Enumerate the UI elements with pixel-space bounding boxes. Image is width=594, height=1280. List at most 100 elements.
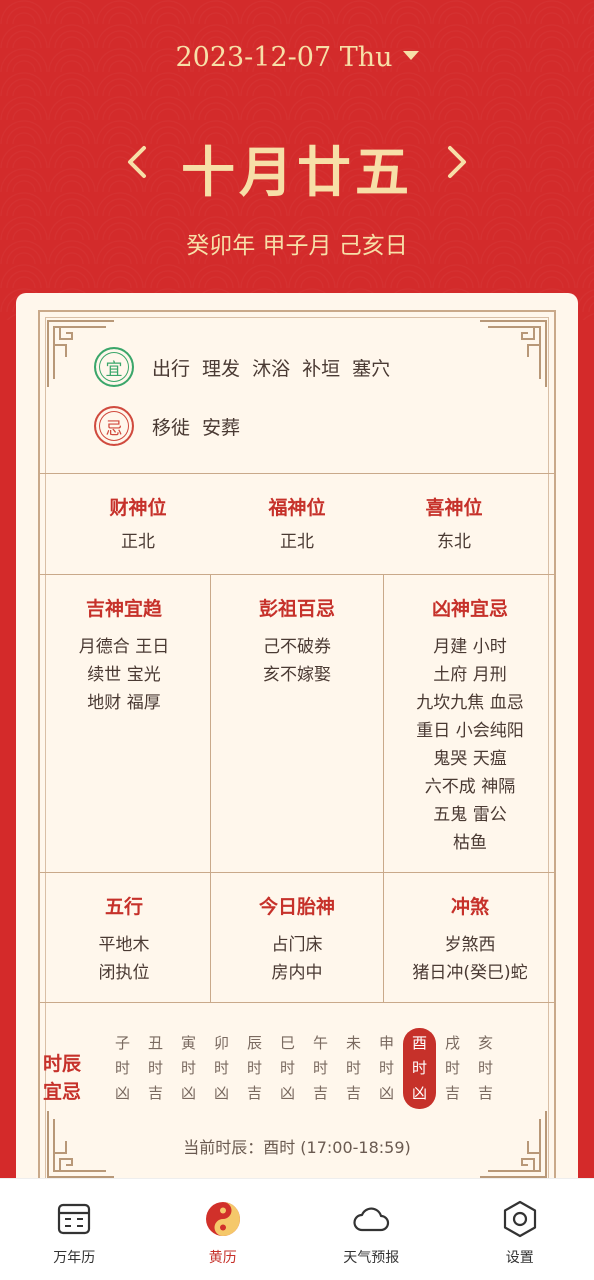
wuxing-title: 五行 <box>104 896 143 918</box>
tab-settings[interactable]: 设置 <box>446 1179 594 1280</box>
shichen-suffix: 时 <box>411 1059 427 1077</box>
shichen-suffix: 时 <box>114 1059 130 1077</box>
ji-items: 移徙 安葬 <box>152 416 241 439</box>
tab-label: 黄历 <box>208 1250 237 1266</box>
shichen-luck: 凶 <box>411 1084 427 1102</box>
list-item: 平地木 <box>98 935 150 955</box>
shichen-suffix: 时 <box>279 1059 295 1077</box>
list-item: 六不成 神隔 <box>424 777 516 797</box>
list-item: 房内中 <box>271 963 323 983</box>
xishen-title: 喜神位 <box>425 497 483 519</box>
current-shichen: 当前时辰：酉时 (17:00-18:59) <box>183 1138 411 1157</box>
shichen-luck: 吉 <box>147 1084 163 1102</box>
jishen-cell: 吉神宜趋 月德合 王日 续世 宝光 地财 福厚 <box>38 594 210 717</box>
list-item: 月建 小时 <box>433 637 507 657</box>
chongsha-list: 岁煞西 猪日冲(癸巳)蛇 <box>384 931 556 987</box>
shichen-branch: 未 <box>345 1034 361 1052</box>
shichen-luck: 凶 <box>279 1084 295 1102</box>
divider <box>38 574 556 575</box>
next-day-button[interactable] <box>436 140 476 184</box>
tab-wannianli[interactable]: 万年历 <box>0 1179 149 1280</box>
shichen-label-line2: 宜忌 <box>42 1081 81 1103</box>
shichen-luck: 凶 <box>114 1084 130 1102</box>
xishen-value: 东北 <box>437 532 471 552</box>
caishen-title: 财神位 <box>109 497 167 519</box>
list-item: 鬼哭 天瘟 <box>433 749 507 769</box>
shichen-suffix: 时 <box>180 1059 196 1077</box>
shichen-suffix: 时 <box>147 1059 163 1077</box>
shichen-hour[interactable]: 巳时凶 <box>271 1028 304 1109</box>
yin-yang-icon <box>205 1202 240 1236</box>
shichen-suffix: 时 <box>246 1059 262 1077</box>
wuxing-list: 平地木 闭执位 <box>38 931 210 987</box>
fushen-value: 正北 <box>280 532 314 552</box>
shichen-hour[interactable]: 寅时凶 <box>172 1028 205 1109</box>
shichen-hour[interactable]: 卯时凶 <box>205 1028 238 1109</box>
list-item: 重日 小会纯阳 <box>416 721 524 741</box>
tab-huangli[interactable]: 黄历 <box>149 1179 298 1280</box>
shichen-label: 时辰 宜忌 <box>34 1050 90 1106</box>
list-item: 地财 福厚 <box>87 693 161 713</box>
tab-bar: 万年历 黄历 天气预报 设置 <box>0 1178 594 1280</box>
chevron-down-icon <box>402 51 419 60</box>
divider <box>38 1002 556 1003</box>
shichen-luck: 吉 <box>345 1084 361 1102</box>
chongsha-title: 冲煞 <box>450 896 489 918</box>
list-item: 猪日冲(癸巳)蛇 <box>412 963 528 983</box>
pengzu-list: 己不破券 亥不嫁娶 <box>211 633 383 689</box>
shichen-branch: 子 <box>114 1034 130 1052</box>
xishen-direction: 喜神位 东北 <box>394 493 514 556</box>
shichen-hour[interactable]: 丑时吉 <box>139 1028 172 1109</box>
cloud-icon <box>353 1207 390 1232</box>
chongsha-cell: 冲煞 岁煞西 猪日冲(癸巳)蛇 <box>384 892 556 987</box>
shichen-hour[interactable]: 未时吉 <box>337 1028 370 1109</box>
tab-label: 天气预报 <box>343 1250 400 1266</box>
shichen-hour[interactable]: 午时吉 <box>304 1028 337 1109</box>
tab-weather[interactable]: 天气预报 <box>297 1179 446 1280</box>
xiongshen-list: 月建 小时 土府 月刑 九坎九焦 血忌 重日 小会纯阳 鬼哭 天瘟 六不成 神隔… <box>384 633 556 857</box>
taishen-title: 今日胎神 <box>258 896 335 918</box>
shichen-branch: 寅 <box>180 1034 196 1052</box>
list-item: 枯鱼 <box>453 833 487 853</box>
date-label: 2023-12-07 Thu <box>175 42 393 73</box>
shichen-branch: 丑 <box>147 1034 163 1052</box>
shichen-hour[interactable]: 酉时凶 <box>403 1028 436 1109</box>
shichen-luck: 凶 <box>213 1084 229 1102</box>
xiongshen-cell: 凶神宜忌 月建 小时 土府 月刑 九坎九焦 血忌 重日 小会纯阳 鬼哭 天瘟 六… <box>384 594 556 857</box>
shichen-branch: 亥 <box>477 1034 493 1052</box>
header: 2023-12-07 Thu 十月廿五 癸卯年 甲子月 己亥日 <box>0 0 594 320</box>
shichen-hour[interactable]: 亥时吉 <box>469 1028 502 1109</box>
divider <box>38 872 556 873</box>
taishen-list: 占门床 房内中 <box>211 931 383 987</box>
xiongshen-title: 凶神宜忌 <box>431 598 508 620</box>
list-item: 己不破券 <box>263 637 331 657</box>
shichen-branch: 辰 <box>246 1034 262 1052</box>
shichen-branch: 酉 <box>411 1034 427 1052</box>
pengzu-cell: 彭祖百忌 己不破券 亥不嫁娶 <box>211 594 383 689</box>
shichen-suffix: 时 <box>444 1059 460 1077</box>
shichen-branch: 午 <box>312 1034 328 1052</box>
list-item: 九坎九焦 血忌 <box>416 693 524 713</box>
shichen-hour[interactable]: 申时凶 <box>370 1028 403 1109</box>
caishen-direction: 财神位 正北 <box>78 493 198 556</box>
list-item: 五鬼 雷公 <box>433 805 507 825</box>
list-item: 亥不嫁娶 <box>263 665 331 685</box>
shichen-hour[interactable]: 戌时吉 <box>436 1028 469 1109</box>
tab-label: 设置 <box>505 1250 534 1266</box>
shichen-hour[interactable]: 子时凶 <box>106 1028 139 1109</box>
shichen-suffix: 时 <box>345 1059 361 1077</box>
shichen-suffix: 时 <box>378 1059 394 1077</box>
jishen-list: 月德合 王日 续世 宝光 地财 福厚 <box>38 633 210 717</box>
list-item: 续世 宝光 <box>87 665 161 685</box>
list-item: 占门床 <box>271 935 323 955</box>
shichen-label-line1: 时辰 <box>42 1053 81 1075</box>
settings-icon <box>503 1200 536 1238</box>
shichen-hour[interactable]: 辰时吉 <box>238 1028 271 1109</box>
caishen-value: 正北 <box>121 532 155 552</box>
divider <box>38 473 556 474</box>
shichen-branch: 申 <box>378 1034 394 1052</box>
chevron-right-icon <box>448 146 466 178</box>
shichen-branch: 戌 <box>444 1034 460 1052</box>
shichen-branch: 卯 <box>213 1034 229 1052</box>
date-selector[interactable]: 2023-12-07 Thu <box>0 42 594 73</box>
